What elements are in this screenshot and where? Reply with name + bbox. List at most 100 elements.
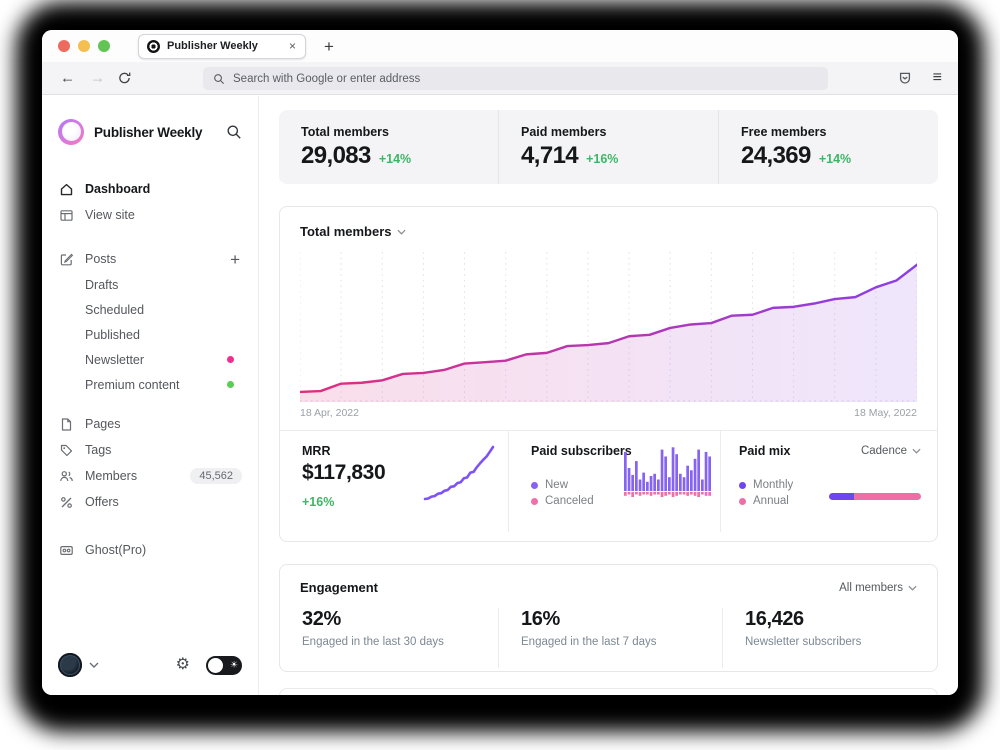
tab-bar: Publisher Weekly × +: [42, 30, 958, 62]
mrr-label: MRR: [302, 444, 330, 458]
stat-value: 24,369: [741, 142, 811, 170]
sidebar-item-members[interactable]: Members 45,562: [58, 463, 242, 489]
browser-toolbar: ← → Search with Google or enter address …: [42, 62, 958, 95]
refresh-button[interactable]: [118, 72, 131, 85]
dashboard-main: Total members 29,083+14% Paid members 4,…: [259, 96, 958, 695]
legend-monthly-dot: [739, 482, 746, 489]
sidebar-item-offers[interactable]: Offers: [58, 489, 242, 515]
back-button[interactable]: ←: [60, 71, 75, 86]
page-icon: [58, 417, 74, 432]
stat-free-members: Free members 24,369 +14%: [718, 110, 938, 184]
sidebar-item-view-site[interactable]: View site: [58, 202, 242, 228]
sidebar-item-label: Scheduled: [85, 303, 144, 317]
sidebar-item-dashboard[interactable]: Dashboard: [58, 176, 242, 202]
mrr-panel: MRR $117,830 +16%: [280, 431, 508, 532]
premium-dot: [227, 381, 234, 388]
theme-toggle[interactable]: ☀: [206, 656, 242, 675]
engagement-caption: Engaged in the last 7 days: [521, 636, 722, 648]
mrr-value: $117,830: [302, 461, 385, 485]
gear-icon: ⚙: [176, 656, 190, 673]
paid-mix-title: Paid mix: [739, 444, 790, 458]
browser-tab[interactable]: Publisher Weekly ×: [138, 34, 306, 59]
ghost-pro-icon: [58, 543, 74, 558]
newsletter-dot: [227, 356, 234, 363]
sidebar-item-scheduled[interactable]: Scheduled: [58, 297, 242, 322]
paid-subscribers-title: Paid subscribers: [531, 444, 632, 458]
sidebar-item-label: Tags: [85, 443, 111, 457]
ghost-favicon-icon: [147, 40, 160, 53]
engagement-caption: Newsletter subscribers: [745, 636, 937, 648]
sidebar-item-label: Offers: [85, 495, 119, 509]
close-tab-icon[interactable]: ×: [288, 40, 297, 52]
new-tab-button[interactable]: +: [324, 38, 334, 55]
forward-button: →: [90, 71, 105, 86]
legend-new-dot: [531, 482, 538, 489]
settings-button[interactable]: ⚙: [176, 657, 190, 673]
sidebar-item-label: Premium content: [85, 378, 179, 392]
engagement-value: 32%: [302, 608, 498, 631]
site-logo: [58, 119, 84, 145]
sidebar-item-newsletter[interactable]: Newsletter: [58, 347, 242, 372]
shield-icon[interactable]: [898, 71, 912, 85]
search-icon: [213, 73, 225, 85]
engagement-30-days: 32% Engaged in the last 30 days: [280, 608, 498, 668]
paid-mix-panel: Paid mix Cadence Monthly Annual: [720, 431, 937, 532]
sidebar-item-tags[interactable]: Tags: [58, 437, 242, 463]
members-area-chart: [300, 250, 917, 402]
stat-label: Total members: [301, 125, 498, 139]
home-icon: [58, 182, 74, 197]
stat-label: Free members: [741, 125, 938, 139]
engagement-newsletter-subscribers: 16,426 Newsletter subscribers: [722, 608, 937, 668]
browser-window: Publisher Weekly × + ← → Search with Goo…: [42, 30, 958, 695]
chevron-down-icon[interactable]: [397, 229, 406, 235]
engagement-7-days: 16% Engaged in the last 7 days: [498, 608, 722, 668]
next-card-partial: [279, 688, 938, 695]
sidebar-item-posts[interactable]: Posts +: [58, 246, 242, 272]
add-post-button[interactable]: +: [230, 251, 240, 268]
sidebar-item-label: View site: [85, 208, 135, 222]
engagement-card: Engagement All members 32% Engaged in th…: [279, 564, 938, 672]
browser-frame-icon: [58, 208, 74, 223]
stat-value: 4,714: [521, 142, 578, 170]
chart-date-end: 18 May, 2022: [854, 407, 917, 419]
sidebar-item-label: Pages: [85, 417, 120, 431]
all-members-dropdown[interactable]: All members: [839, 582, 917, 594]
legend-canceled-label: Canceled: [545, 495, 594, 507]
sidebar-item-label: Drafts: [85, 278, 118, 292]
user-avatar[interactable]: [58, 653, 82, 677]
stat-delta: +14%: [819, 152, 851, 166]
sidebar: Publisher Weekly Dashboard View site: [42, 96, 259, 695]
chart-title: Total members: [300, 224, 392, 239]
zoom-window-button[interactable]: [98, 40, 110, 52]
close-window-button[interactable]: [58, 40, 70, 52]
site-title: Publisher Weekly: [94, 125, 202, 140]
cadence-dropdown[interactable]: Cadence: [861, 445, 921, 457]
members-count-badge: 45,562: [190, 468, 242, 484]
address-bar[interactable]: Search with Google or enter address: [203, 67, 828, 90]
sidebar-item-published[interactable]: Published: [58, 322, 242, 347]
stat-delta: +16%: [586, 152, 618, 166]
tag-icon: [58, 443, 74, 458]
legend-annual-label: Annual: [753, 495, 789, 507]
paid-mix-stacked-bar: [829, 493, 921, 500]
minimize-window-button[interactable]: [78, 40, 90, 52]
stat-paid-members: Paid members 4,714 +16%: [498, 110, 718, 184]
members-chart-card: Total members: [279, 206, 938, 542]
menu-icon[interactable]: ≡: [933, 70, 942, 86]
sidebar-item-premium-content[interactable]: Premium content: [58, 372, 242, 397]
sidebar-item-drafts[interactable]: Drafts: [58, 272, 242, 297]
sidebar-item-ghost-pro[interactable]: Ghost(Pro): [58, 537, 242, 563]
stat-total-members: Total members 29,083+14%: [279, 110, 498, 184]
percent-icon: [58, 495, 74, 510]
cadence-dropdown-label: Cadence: [861, 445, 907, 457]
paid-subscribers-panel: Paid subscribers New Canceled: [508, 431, 720, 532]
toggle-knob: [208, 658, 223, 673]
search-button[interactable]: [226, 124, 242, 140]
address-placeholder: Search with Google or enter address: [233, 73, 420, 85]
edit-icon: [58, 252, 74, 267]
sidebar-item-label: Posts: [85, 252, 116, 266]
chevron-down-icon[interactable]: [89, 662, 99, 668]
stat-label: Paid members: [521, 125, 718, 139]
paid-mix-monthly-segment: [829, 493, 854, 500]
sidebar-item-pages[interactable]: Pages: [58, 411, 242, 437]
